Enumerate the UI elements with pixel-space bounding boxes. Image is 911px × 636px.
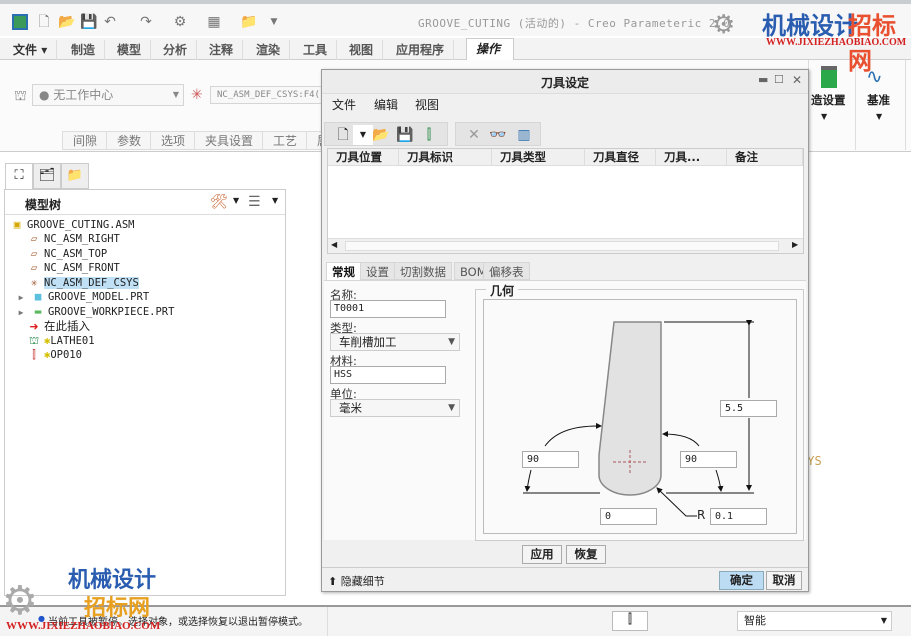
- gear-icon: ⚙: [712, 10, 736, 40]
- watermark-url: WWW.JIXIEZHAOBIAO.COM: [6, 620, 161, 632]
- width-input[interactable]: 0: [600, 508, 657, 525]
- gear-icon: ⚙: [2, 578, 38, 624]
- watermark-logo-bottom: ⚙ 机械设计 招标网 WWW.JIXIEZHAOBIAO.COM: [2, 560, 202, 636]
- radius-input[interactable]: 0.1: [710, 508, 767, 525]
- tool-geometry-drawing: [523, 320, 754, 517]
- watermark-url: WWW.JIXIEZHAOBIAO.COM: [766, 37, 907, 48]
- left-angle-input[interactable]: 90: [522, 451, 579, 468]
- watermark-text: 招标网: [84, 595, 151, 621]
- filter-value: 智能: [744, 614, 766, 627]
- watermark-logo-top: ⚙ 机械设计 招标网 WWW.JIXIEZHAOBIAO.COM: [712, 6, 911, 75]
- watermark-text: 机械设计: [762, 11, 858, 40]
- radius-label: R: [697, 508, 706, 522]
- chevron-down-icon: ▼: [880, 616, 887, 625]
- filter-dropdown[interactable]: 智能 ▼: [737, 611, 892, 631]
- length-input[interactable]: 5.5: [720, 400, 777, 417]
- right-angle-input[interactable]: 90: [680, 451, 737, 468]
- selection-filter-icon[interactable]: ⫿: [612, 611, 648, 631]
- tool-profile: [598, 321, 662, 496]
